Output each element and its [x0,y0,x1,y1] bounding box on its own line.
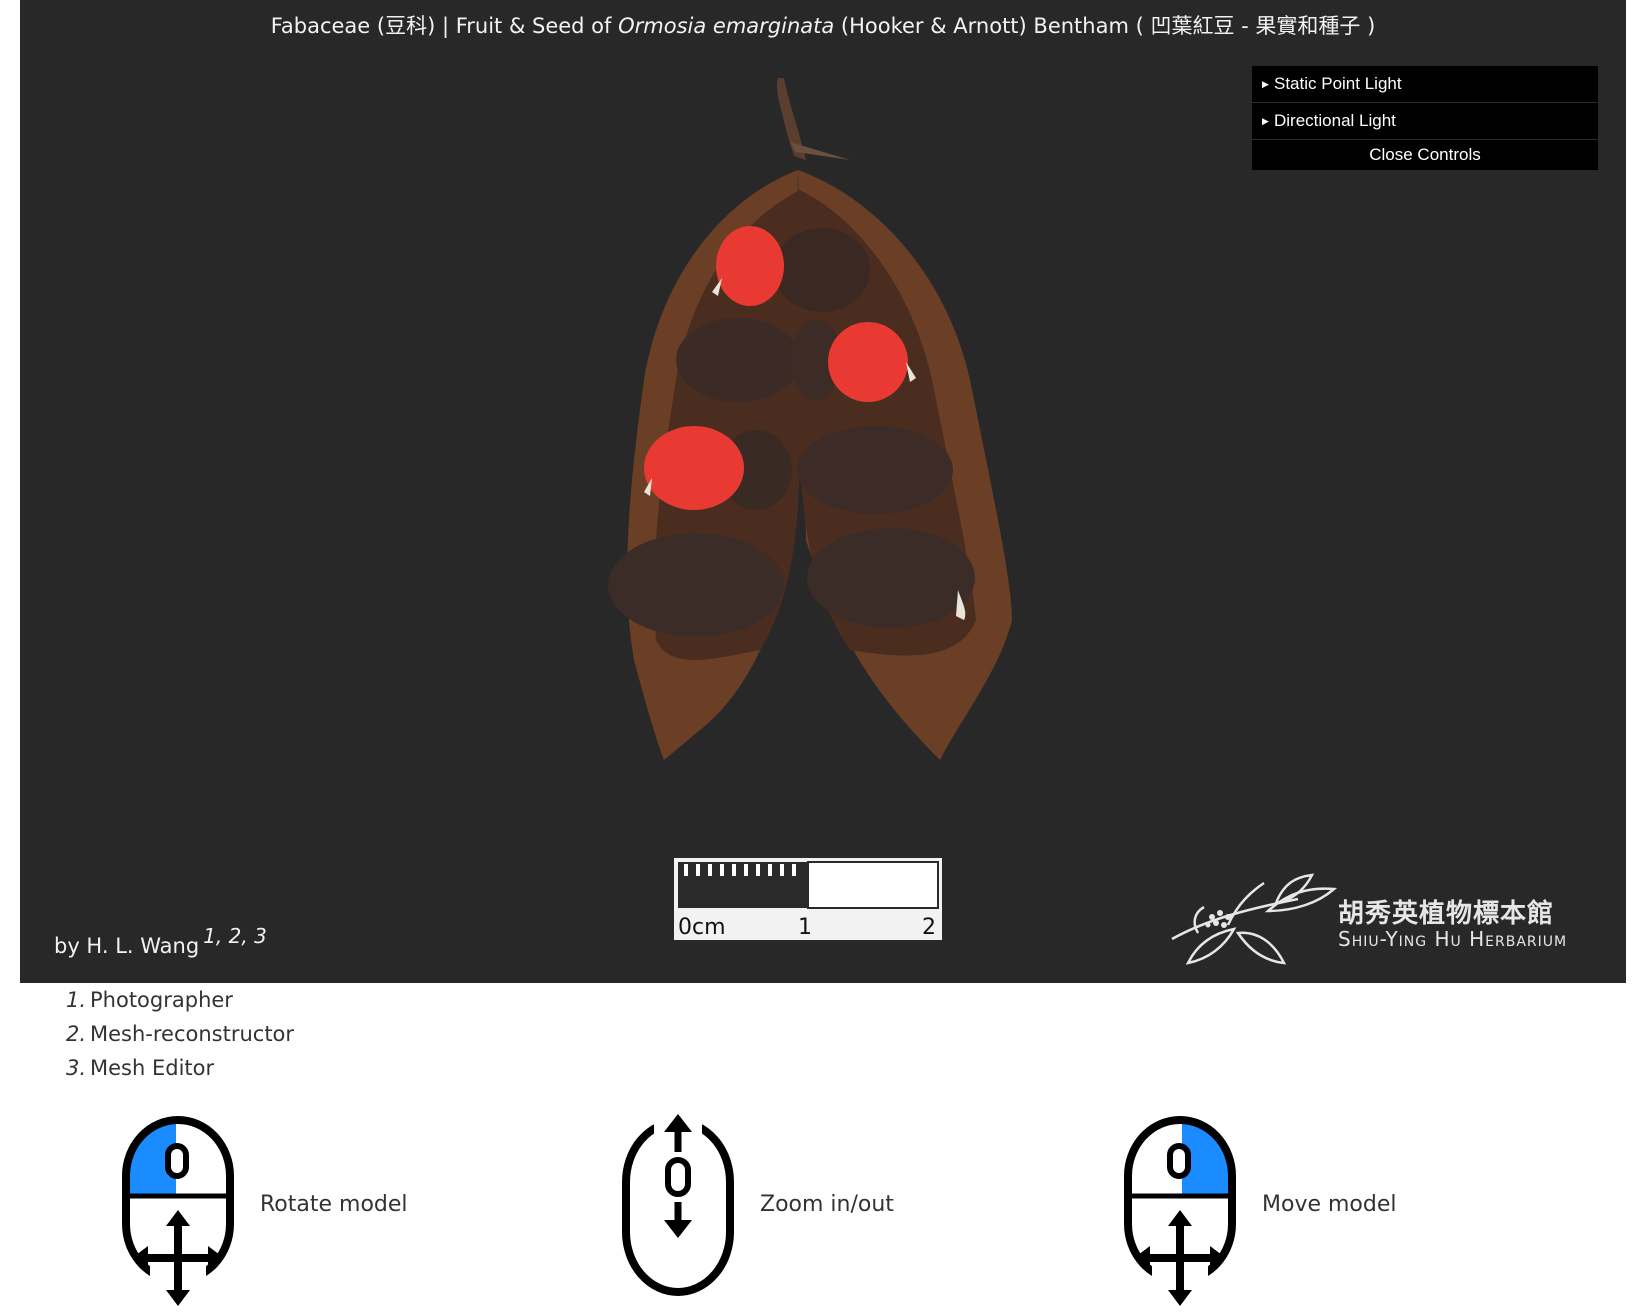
mouse-right-click-icon [1124,1116,1236,1306]
directional-light-label: Directional Light [1274,111,1396,130]
triangle-right-icon: ▶ [1262,79,1269,89]
herbarium-name-english: Shiu-Ying Hu Herbarium [1338,927,1568,951]
seed-pod-model[interactable] [560,60,1060,780]
rotate-model-label: Rotate model [260,1192,408,1217]
title-family: Fabaceae (豆科) [270,14,436,38]
page-title: Fabaceae (豆科) | Fruit & Seed of Ormosia … [20,10,1626,40]
zoom-label: Zoom in/out [760,1192,894,1217]
lighting-controls-panel: ▶ Static Point Light ▶ Directional Light… [1252,66,1598,170]
herbarium-logo-icon [1171,873,1338,965]
role-label: Photographer [90,988,233,1012]
scale-tick-2: 2 [922,915,936,940]
title-separator: | [435,14,456,38]
list-item: 2. Mesh-reconstructor [66,1017,294,1051]
model-viewer[interactable]: Fabaceae (豆科) | Fruit & Seed of Ormosia … [20,0,1626,983]
close-controls-button[interactable]: Close Controls [1252,140,1598,170]
role-label: Mesh Editor [90,1056,215,1080]
static-point-light-label: Static Point Light [1274,74,1402,93]
title-prefix: Fruit & Seed of [455,14,619,38]
role-number: 1. [66,988,87,1012]
title-authority: (Hooker & Arnott) Bentham [834,14,1136,38]
scale-bar: 0cm 1 2 [674,858,942,940]
scale-tick-1: 1 [798,915,812,940]
move-model-label: Move model [1262,1192,1397,1217]
mouse-scroll-icon [622,1110,734,1296]
title-species: Ormosia emarginata [618,14,835,38]
mouse-left-click-icon [122,1116,234,1306]
role-number: 2. [66,1022,87,1046]
static-point-light-folder[interactable]: ▶ Static Point Light [1252,66,1598,103]
title-common-name: ( 凹葉紅豆 - 果實和種子 ) [1135,14,1376,38]
role-number: 3. [66,1056,87,1080]
author-name: by H. L. Wang [54,934,200,958]
triangle-right-icon: ▶ [1262,116,1269,126]
scale-unit-label: 0cm [678,915,726,940]
author-credit: by H. L. Wang 1, 2, 3 [54,924,267,958]
role-label: Mesh-reconstructor [90,1022,295,1046]
list-item: 1. Photographer [66,983,294,1017]
list-item: 3. Mesh Editor [66,1051,294,1085]
herbarium-name-chinese: 胡秀英植物標本館 [1338,899,1555,929]
contributor-roles-list: 1. Photographer 2. Mesh-reconstructor 3. Me… [66,983,294,1085]
directional-light-folder[interactable]: ▶ Directional Light [1252,103,1598,140]
author-role-refs: 1, 2, 3 [203,924,267,948]
